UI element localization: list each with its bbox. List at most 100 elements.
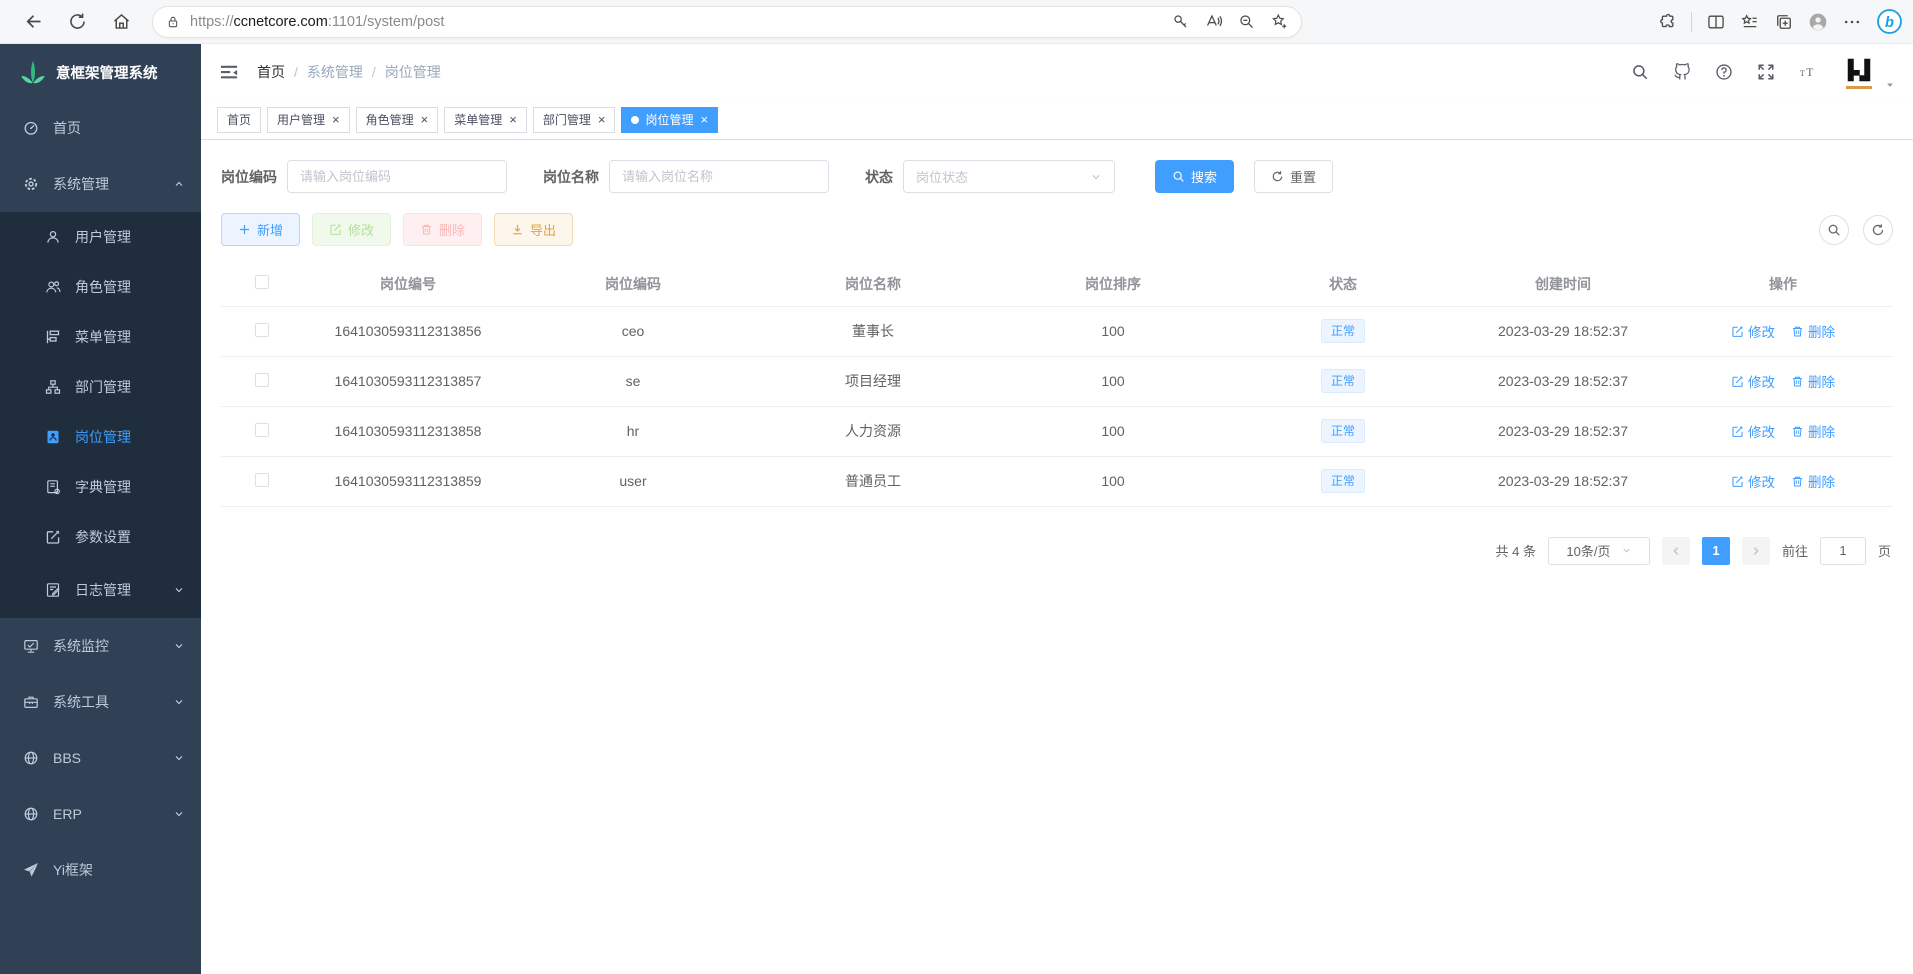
row-delete-link[interactable]: 删除 [1791,321,1835,341]
sidebar-item-system-management[interactable]: 系统管理 [0,156,201,212]
favorites-icon[interactable] [1740,12,1760,32]
close-icon[interactable]: × [509,113,517,126]
tab-post-management[interactable]: 岗位管理× [621,107,718,133]
favorite-add-icon[interactable] [1270,12,1289,31]
sidebar-item-home[interactable]: 首页 [0,100,201,156]
sidebar-item-yi-framework[interactable]: Yi框架 [0,842,201,898]
row-delete-link[interactable]: 删除 [1791,371,1835,391]
add-button[interactable]: 新增 [221,213,300,246]
sidebar-item-label: 角色管理 [75,277,131,297]
post-name-label: 岗位名称 [543,167,599,187]
collections-icon[interactable] [1774,12,1794,32]
sidebar-item-param-settings[interactable]: 参数设置 [0,512,201,562]
sidebar-item-department-management[interactable]: 部门管理 [0,362,201,412]
tab-menu-management[interactable]: 菜单管理× [444,107,527,133]
back-icon[interactable] [16,5,50,39]
add-button-label: 新增 [257,220,283,239]
post-name-input[interactable] [609,160,829,193]
row-edit-link[interactable]: 修改 [1731,421,1775,441]
header-search-icon[interactable] [1631,63,1649,81]
paper-plane-icon [22,861,40,879]
close-icon[interactable]: × [700,113,708,126]
close-icon[interactable]: × [598,113,606,126]
breadcrumb-post: 岗位管理 [385,62,441,82]
tab-home[interactable]: 首页 [217,107,261,133]
next-page-button[interactable] [1742,537,1770,565]
sidebar-item-user-management[interactable]: 用户管理 [0,212,201,262]
password-key-icon[interactable] [1171,12,1190,31]
sidebar-item-system-tools[interactable]: 系统工具 [0,674,201,730]
row-delete-link[interactable]: 删除 [1791,471,1835,491]
row-checkbox[interactable] [255,423,269,437]
address-bar[interactable]: https://ccnetcore.com:1101/system/post [152,6,1302,38]
chevron-down-icon [1621,545,1632,556]
github-icon[interactable] [1673,63,1691,81]
prev-page-button[interactable] [1662,537,1690,565]
fullscreen-icon[interactable] [1757,63,1775,81]
app-logo[interactable]: 意框架管理系统 [0,44,201,100]
tab-label: 首页 [227,111,251,128]
post-code-label: 岗位编码 [221,167,277,187]
tab-role-management[interactable]: 角色管理× [356,107,439,133]
edit-button[interactable]: 修改 [312,213,391,246]
zoom-out-icon[interactable] [1237,12,1256,31]
row-checkbox[interactable] [255,473,269,487]
col-post-sort: 岗位排序 [993,262,1233,306]
post-code-input[interactable] [287,160,507,193]
sidebar-item-dict-management[interactable]: 字典管理 [0,462,201,512]
lock-icon[interactable] [165,14,181,30]
sidebar-item-system-monitor[interactable]: 系统监控 [0,618,201,674]
profile-avatar-icon[interactable] [1808,12,1828,32]
status-badge: 正常 [1321,419,1365,443]
chevron-down-icon [173,696,185,708]
browser-nav-buttons [10,5,144,39]
delete-button[interactable]: 删除 [403,213,482,246]
close-icon[interactable]: × [332,113,340,126]
row-edit-link[interactable]: 修改 [1731,371,1775,391]
row-checkbox[interactable] [255,323,269,337]
page-size-select[interactable]: 10条/页 [1548,537,1650,565]
goto-page-input[interactable] [1820,537,1866,565]
delete-button-label: 删除 [439,220,465,239]
search-button[interactable]: 搜索 [1155,160,1234,193]
status-select[interactable]: 岗位状态 [903,160,1115,193]
read-aloud-icon[interactable] [1204,12,1223,31]
row-edit-link[interactable]: 修改 [1731,321,1775,341]
reset-button[interactable]: 重置 [1254,160,1333,193]
breadcrumb-system: 系统管理 [307,62,363,82]
sidebar-item-log-management[interactable]: 日志管理 [0,562,201,618]
current-page-button[interactable]: 1 [1702,537,1730,565]
font-size-icon[interactable] [1799,63,1817,81]
close-icon[interactable]: × [421,113,429,126]
sidebar-item-bbs[interactable]: BBS [0,730,201,786]
select-all-checkbox[interactable] [255,275,269,289]
row-checkbox[interactable] [255,373,269,387]
sidebar-collapse-icon[interactable] [219,62,239,82]
tab-user-management[interactable]: 用户管理× [267,107,350,133]
bing-copilot-icon[interactable] [1876,8,1903,35]
refresh-icon [1871,223,1885,237]
home-icon[interactable] [104,5,138,39]
col-post-id: 岗位编号 [303,262,513,306]
cell-post-sort: 100 [993,306,1233,356]
extensions-icon[interactable] [1657,12,1677,32]
refresh-table-button[interactable] [1863,215,1893,245]
sidebar-item-role-management[interactable]: 角色管理 [0,262,201,312]
help-icon[interactable] [1715,63,1733,81]
breadcrumb-home[interactable]: 首页 [257,62,285,82]
user-menu[interactable] [1841,54,1895,90]
show-search-toggle[interactable] [1819,215,1849,245]
trash-icon [420,223,433,236]
sidebar-item-erp[interactable]: ERP [0,786,201,842]
tab-department-management[interactable]: 部门管理× [533,107,616,133]
table-row: 1641030593112313858 hr 人力资源 100 正常 2023-… [221,406,1893,456]
user-avatar-logo[interactable] [1841,54,1877,90]
more-menu-icon[interactable] [1842,12,1862,32]
sidebar-item-post-management[interactable]: 岗位管理 [0,412,201,462]
row-edit-link[interactable]: 修改 [1731,471,1775,491]
reload-icon[interactable] [60,5,94,39]
export-button[interactable]: 导出 [494,213,573,246]
row-delete-link[interactable]: 删除 [1791,421,1835,441]
sidebar-item-menu-management[interactable]: 菜单管理 [0,312,201,362]
split-screen-icon[interactable] [1706,12,1726,32]
